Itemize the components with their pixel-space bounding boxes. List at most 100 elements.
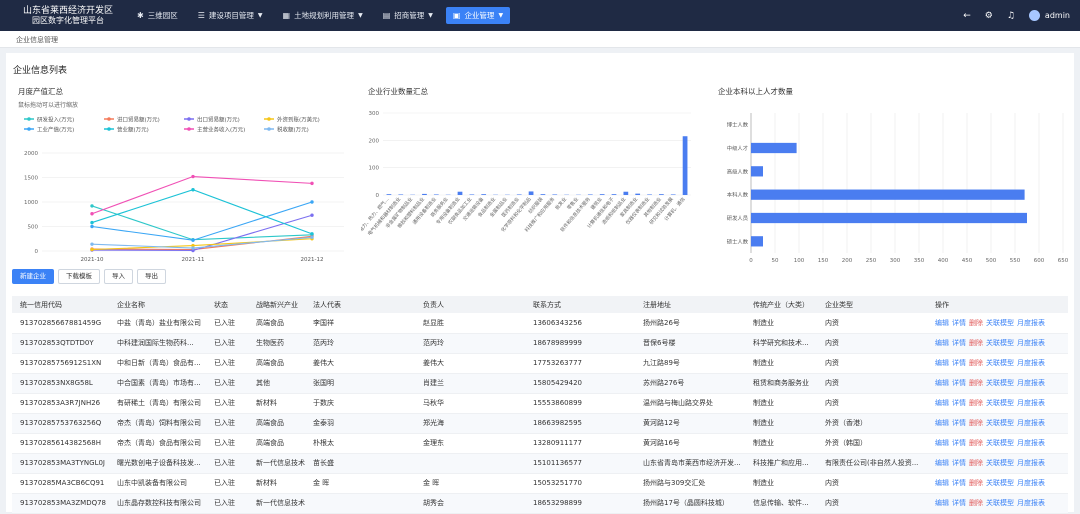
menu-investment[interactable]: ▤ 招商管理 ▼ (376, 7, 440, 24)
related-model-link[interactable]: 关联模型 (986, 439, 1014, 447)
avatar[interactable] (1029, 10, 1040, 21)
monthly-report-link[interactable]: 月度报表 (1017, 459, 1045, 467)
industry-count-bar-chart[interactable]: 0100200300电力、热力、燃气…电气机械和器材制造业非金属矿物制品业橡胶和… (361, 99, 696, 259)
table-row[interactable]: 91370285756912S1XN中和日新（青岛）食品有...已入驻高端食品姜… (12, 353, 1068, 373)
detail-link[interactable]: 详情 (952, 379, 966, 387)
settings-icon[interactable]: ⚙ (985, 11, 993, 21)
detail-link[interactable]: 详情 (952, 419, 966, 427)
monthly-report-link[interactable]: 月度报表 (1017, 359, 1045, 367)
edit-link[interactable]: 编辑 (935, 479, 949, 487)
related-model-link[interactable]: 关联模型 (986, 459, 1014, 467)
column-header[interactable]: 传统产业（大类） (745, 296, 817, 313)
add-enterprise-button[interactable]: 新建企业 (12, 269, 54, 284)
monthly-report-link[interactable]: 月度报表 (1017, 379, 1045, 387)
edit-link[interactable]: 编辑 (935, 499, 949, 507)
menu-land-planning[interactable]: ▦ 土地规划利用管理 ▼ (276, 7, 370, 24)
edit-link[interactable]: 编辑 (935, 399, 949, 407)
monthly-report-link[interactable]: 月度报表 (1017, 479, 1045, 487)
related-model-link[interactable]: 关联模型 (986, 399, 1014, 407)
brand-line-2: 园区数字化管理平台 (14, 16, 122, 26)
edit-link[interactable]: 编辑 (935, 439, 949, 447)
detail-link[interactable]: 详情 (952, 339, 966, 347)
table-cell: 18678989999 (525, 333, 635, 353)
y-tick-label: 0 (35, 249, 39, 255)
column-header[interactable]: 企业名称 (109, 296, 206, 313)
monthly-report-link[interactable]: 月度报表 (1017, 439, 1045, 447)
edit-link[interactable]: 编辑 (935, 359, 949, 367)
menu-construction-projects[interactable]: ☰ 建设项目管理 ▼ (191, 7, 270, 24)
detail-link[interactable]: 详情 (952, 479, 966, 487)
table-row[interactable]: 91370285MA3CB6CQ91山东中凯装备有限公司已入驻新材料金 晖金 晖… (12, 473, 1068, 493)
detail-link[interactable]: 详情 (952, 399, 966, 407)
table-row[interactable]: 913702853MA3TYNGL0J曙光数创电子设备科技发...已入驻新一代信… (12, 453, 1068, 473)
monthly-report-link[interactable]: 月度报表 (1017, 419, 1045, 427)
related-model-link[interactable]: 关联模型 (986, 339, 1014, 347)
detail-link[interactable]: 详情 (952, 499, 966, 507)
column-header[interactable]: 操作 (927, 296, 1068, 313)
delete-link[interactable]: 删除 (969, 319, 983, 327)
monthly-report-link[interactable]: 月度报表 (1017, 399, 1045, 407)
related-model-link[interactable]: 关联模型 (986, 359, 1014, 367)
download-template-button[interactable]: 下载模板 (58, 269, 100, 284)
legend-label: 进口贸易额(万元) (117, 115, 160, 123)
monthly-report-link[interactable]: 月度报表 (1017, 319, 1045, 327)
delete-link[interactable]: 删除 (969, 439, 983, 447)
column-header[interactable]: 统一信用代码 (12, 296, 109, 313)
edit-link[interactable]: 编辑 (935, 319, 949, 327)
monthly-report-link[interactable]: 月度报表 (1017, 499, 1045, 507)
table-row[interactable]: 913702853QTDTD0Y中科建润国际生物药科...已入驻生物医药范丙玲范… (12, 333, 1068, 353)
table-row[interactable]: 913702853MA3ZMDQ78山东晶存数控科技有限公司已入驻新一代信息技术… (12, 493, 1068, 513)
export-button[interactable]: 导出 (137, 269, 166, 284)
detail-link[interactable]: 详情 (952, 439, 966, 447)
monthly-output-line-chart[interactable]: 研发投入(万元)进口贸易额(万元)出口贸易额(万元)外资到账(万美元)工业产值(… (12, 113, 352, 263)
table-row[interactable]: 91370285753763256Q帝杰（青岛）饲料有限公司已入驻高端食品金泰羽… (12, 413, 1068, 433)
delete-link[interactable]: 删除 (969, 419, 983, 427)
delete-link[interactable]: 删除 (969, 399, 983, 407)
breadcrumb-current[interactable]: 企业信息管理 (16, 35, 58, 45)
delete-link[interactable]: 删除 (969, 459, 983, 467)
delete-link[interactable]: 删除 (969, 359, 983, 367)
column-header[interactable]: 联系方式 (525, 296, 635, 313)
edit-link[interactable]: 编辑 (935, 459, 949, 467)
table-cell: 中合国素（青岛）市场有... (109, 373, 206, 393)
monthly-report-link[interactable]: 月度报表 (1017, 339, 1045, 347)
edit-link[interactable]: 编辑 (935, 419, 949, 427)
delete-link[interactable]: 删除 (969, 379, 983, 387)
edit-link[interactable]: 编辑 (935, 339, 949, 347)
menu-3d-park[interactable]: ✱ 三维园区 (130, 7, 185, 24)
table-cell: 高端食品 (248, 353, 305, 373)
column-header[interactable]: 状态 (206, 296, 248, 313)
table-row[interactable]: 913702853NX8G58L中合国素（青岛）市场有...已入驻其他张国明肖建… (12, 373, 1068, 393)
column-header[interactable]: 法人代表 (305, 296, 415, 313)
table-cell: 范丙玲 (305, 333, 415, 353)
related-model-link[interactable]: 关联模型 (986, 379, 1014, 387)
detail-link[interactable]: 详情 (952, 319, 966, 327)
delete-link[interactable]: 删除 (969, 499, 983, 507)
related-model-link[interactable]: 关联模型 (986, 499, 1014, 507)
username[interactable]: admin (1045, 11, 1070, 20)
menu-enterprise-management[interactable]: ▣ 企业管理 ▼ (446, 7, 510, 24)
delete-link[interactable]: 删除 (969, 339, 983, 347)
related-model-link[interactable]: 关联模型 (986, 419, 1014, 427)
related-model-link[interactable]: 关联模型 (986, 319, 1014, 327)
talent-count-bar-chart[interactable]: 050100150200250300350400450500550600650博… (711, 99, 1069, 269)
import-button[interactable]: 导入 (104, 269, 133, 284)
column-header[interactable]: 战略新兴产业 (248, 296, 305, 313)
table-row[interactable]: 91370285667881459G中盐（青岛）盐业有限公司已入驻高端食品李国祥… (12, 313, 1068, 333)
column-header[interactable]: 注册地址 (635, 296, 745, 313)
edit-link[interactable]: 编辑 (935, 379, 949, 387)
detail-link[interactable]: 详情 (952, 459, 966, 467)
platform-brand[interactable]: 山东省莱西经济开发区 园区数字化管理平台 (0, 6, 122, 26)
delete-link[interactable]: 删除 (969, 479, 983, 487)
table-cell: 胡秀会 (415, 493, 525, 513)
back-arrow-icon[interactable]: ← (963, 11, 971, 21)
chevron-down-icon: ▼ (258, 12, 263, 19)
bell-icon[interactable]: ♫ (1007, 11, 1015, 21)
table-row[interactable]: 91370285614382568H帝杰（青岛）食品有限公司已入驻高端食品朴根太… (12, 433, 1068, 453)
detail-link[interactable]: 详情 (952, 359, 966, 367)
chart3-title: 企业本科以上人才数量 (718, 86, 793, 97)
column-header[interactable]: 负责人 (415, 296, 525, 313)
table-row[interactable]: 913702853A3R7JNH26有研稀土（青岛）有限公司已入驻新材料于数庆马… (12, 393, 1068, 413)
related-model-link[interactable]: 关联模型 (986, 479, 1014, 487)
column-header[interactable]: 企业类型 (817, 296, 927, 313)
